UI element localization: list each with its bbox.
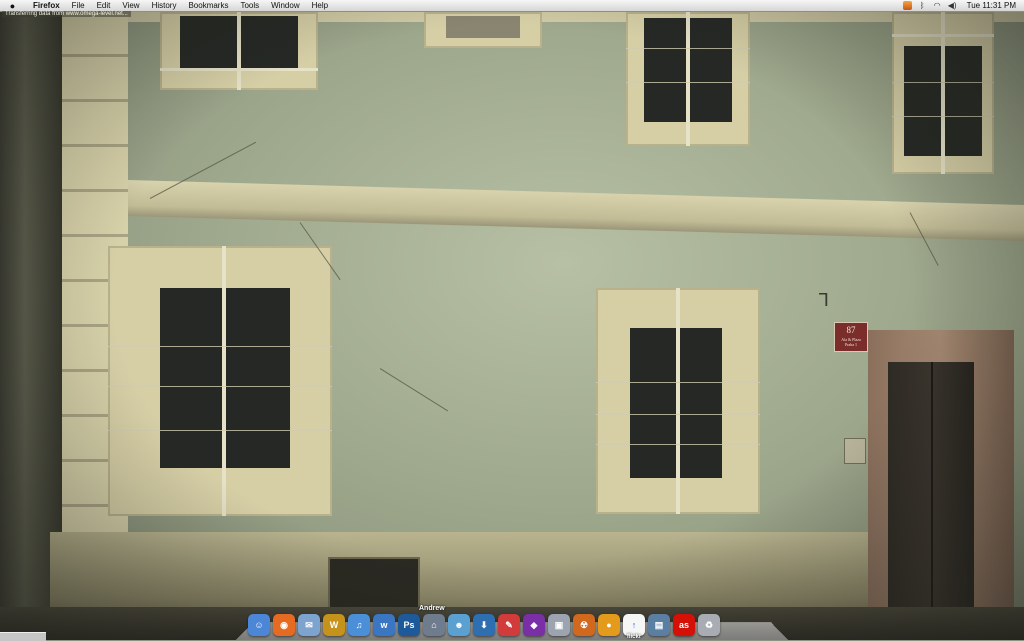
warcraft-icon[interactable]: W: [323, 614, 345, 636]
firefox-glyph: ◉: [280, 619, 288, 630]
wall-crack: [149, 141, 257, 199]
andrew-folder-glyph: ⌂: [431, 620, 437, 630]
iphoto-glyph: ▤: [654, 619, 664, 630]
apple-menu-icon[interactable]: ●: [8, 1, 17, 11]
volume-icon[interactable]: ◀): [948, 1, 957, 10]
house-sign-line2: Praha 1: [844, 342, 858, 347]
cornice: [128, 180, 1024, 242]
wall-crack: [909, 212, 939, 266]
trash-icon[interactable]: ♻: [698, 614, 720, 636]
adium-glyph: ●: [606, 620, 612, 630]
lastfm-glyph: as: [678, 620, 689, 630]
corner-pilaster: [62, 12, 128, 552]
adium-icon[interactable]: ●: [598, 614, 620, 636]
iphoto-icon[interactable]: ▤: [648, 614, 670, 636]
intercom-box: [844, 438, 866, 464]
wooden-door: [888, 362, 974, 612]
finder-glyph: ☺: [254, 620, 264, 630]
house-sign-line1: Ala & Plaza: [841, 337, 861, 342]
menu-help[interactable]: Help: [312, 0, 328, 11]
iwork-glyph: w: [380, 620, 388, 630]
mail-glyph: ✉: [305, 619, 313, 630]
firefox-icon[interactable]: ◉: [273, 614, 295, 636]
andrew-folder-label: Andrew: [419, 605, 445, 612]
pencil-tool-glyph: ✎: [505, 619, 513, 630]
andrew-folder-icon[interactable]: ⌂ Andrew: [419, 605, 445, 636]
dock: ☺ ◉ ✉ W ♫ w Ps ⌂ Andrew ☻ ⬇ ✎ ◆ ▣ ☢ ● ↑ flickr ▤ as ♻: [236, 604, 788, 640]
house-number-sign: 87 Ala & Plaza Praha 1: [834, 322, 868, 352]
menu-bar: ● Firefox File Edit View History Bookmar…: [0, 0, 1024, 12]
lastfm-icon[interactable]: as: [673, 614, 695, 636]
drain-pipe: [0, 12, 62, 640]
house-number: 87: [846, 325, 856, 335]
upper-window-left: [160, 12, 318, 90]
ornament-panel: [424, 12, 542, 48]
mail-icon[interactable]: ✉: [298, 614, 320, 636]
door-frame: [868, 330, 1014, 640]
bluetooth-icon[interactable]: ᛒ: [918, 1, 927, 10]
cube-app-glyph: ◆: [530, 619, 538, 630]
warcraft-glyph: W: [329, 620, 339, 630]
transmission-glyph: ⬇: [480, 619, 488, 630]
pencil-tool-icon[interactable]: ✎: [498, 614, 520, 636]
messenger-icon[interactable]: ☻: [448, 614, 470, 636]
menu-edit[interactable]: Edit: [97, 0, 111, 11]
flickr-uploader-label: flickr: [626, 634, 642, 640]
menu-file[interactable]: File: [72, 0, 85, 11]
finder-icon[interactable]: ☺: [248, 614, 270, 636]
transmission-icon[interactable]: ⬇: [473, 614, 495, 636]
utility-glyph: ▣: [554, 619, 564, 630]
wall-hook-icon: ᒣ: [818, 290, 829, 310]
wall-crack: [299, 222, 341, 281]
menu-history[interactable]: History: [152, 0, 177, 11]
utility-icon[interactable]: ▣: [548, 614, 570, 636]
lower-window-right: [596, 288, 760, 514]
firefox-status-icon[interactable]: [902, 1, 912, 10]
iwork-icon[interactable]: w: [373, 614, 395, 636]
trash-glyph: ♻: [704, 619, 714, 630]
messenger-glyph: ☻: [454, 620, 464, 630]
photoshop-glyph: Ps: [403, 620, 415, 630]
flickr-uploader-icon[interactable]: ↑ flickr: [623, 614, 645, 640]
itunes-icon[interactable]: ♫: [348, 614, 370, 636]
wifi-icon[interactable]: ◠: [933, 1, 942, 10]
menu-app-firefox[interactable]: Firefox: [33, 0, 60, 11]
itunes-glyph: ♫: [355, 620, 363, 630]
upper-window-right: [892, 12, 994, 174]
photoshop-icon[interactable]: Ps: [398, 614, 420, 636]
menu-window[interactable]: Window: [271, 0, 299, 11]
cornice-top: [62, 12, 1024, 22]
wall-crack: [379, 368, 449, 412]
burn-icon[interactable]: ☢: [573, 614, 595, 636]
flickr-uploader-glyph: ↑: [631, 620, 637, 630]
menu-clock[interactable]: Tue 11:31 PM: [967, 1, 1016, 10]
cube-app-icon[interactable]: ◆: [523, 614, 545, 636]
browser-status-text: Transferring data from www.omega-level.n…: [2, 11, 131, 17]
menu-view[interactable]: View: [122, 0, 139, 11]
burn-glyph: ☢: [579, 619, 589, 630]
lower-window-left: [108, 246, 332, 516]
upper-window-middle: [626, 12, 750, 146]
menu-tools[interactable]: Tools: [240, 0, 259, 11]
dock-icons: ☺ ◉ ✉ W ♫ w Ps ⌂ Andrew ☻ ⬇ ✎ ◆ ▣ ☢ ● ↑ flickr ▤ as ♻: [248, 605, 720, 640]
desktop-wallpaper: ᒣ 87 Ala & Plaza Praha 1: [0, 12, 1024, 640]
menu-bookmarks[interactable]: Bookmarks: [188, 0, 228, 11]
menu-extras: ᛒ ◠ ◀) Tue 11:31 PM: [902, 0, 1016, 11]
